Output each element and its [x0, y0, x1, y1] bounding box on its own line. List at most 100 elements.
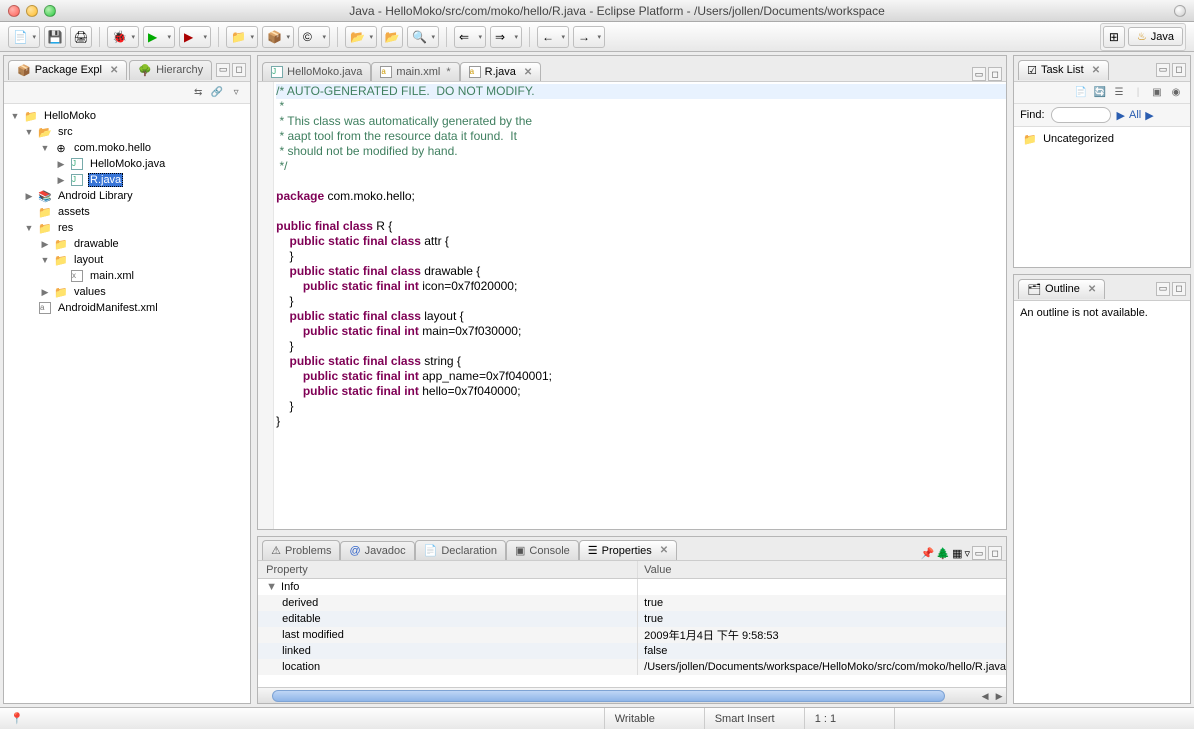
declaration-tab[interactable]: 📄Declaration — [415, 540, 506, 560]
editor-tab-r-java[interactable]: aR.java✕ — [460, 62, 542, 81]
properties-col-value[interactable]: Value — [638, 561, 1006, 578]
new-task-button[interactable]: 📄 — [1073, 85, 1089, 101]
task-list-tab[interactable]: ☑Task List✕ — [1018, 60, 1109, 80]
close-properties-icon[interactable]: ✕ — [660, 545, 668, 556]
annotations-next-button[interactable]: ⇒ — [490, 26, 522, 48]
console-tab[interactable]: ▣Console — [506, 540, 579, 560]
view-menu-button[interactable]: ▿ — [228, 85, 244, 101]
bottom-minimize-button[interactable]: ▭ — [972, 546, 986, 560]
new-project-button[interactable]: 📁 — [226, 26, 258, 48]
property-row: location/Users/jollen/Documents/workspac… — [258, 659, 1006, 675]
tree-drawable[interactable]: drawable — [72, 238, 121, 250]
properties-table[interactable]: PropertyValue ▼Info derivedtrue editable… — [258, 561, 1006, 687]
sync-tasks-button[interactable]: 🔄 — [1092, 85, 1108, 101]
minimize-window-button[interactable] — [26, 5, 38, 17]
tree-assets[interactable]: assets — [56, 206, 92, 218]
javadoc-tab[interactable]: @Javadoc — [340, 541, 414, 560]
code-editor[interactable]: /* AUTO-GENERATED FILE. DO NOT MODIFY. *… — [258, 82, 1006, 529]
close-window-button[interactable] — [8, 5, 20, 17]
java-perspective-button[interactable]: ♨Java — [1128, 27, 1183, 46]
tasklist-maximize-button[interactable]: ◻ — [1172, 63, 1186, 77]
task-list-view: ☑Task List✕ ▭◻ 📄 🔄 ☰ | ▣ ◉ Find: ▶ All ▶ — [1013, 55, 1191, 268]
editor-minimize-button[interactable]: ▭ — [972, 67, 986, 81]
outline-minimize-button[interactable]: ▭ — [1156, 282, 1170, 296]
tree-project[interactable]: HelloMoko — [42, 110, 98, 122]
properties-group-info[interactable]: ▼Info — [258, 579, 638, 595]
tree-manifest[interactable]: AndroidManifest.xml — [56, 302, 160, 314]
task-focus-button[interactable]: ◉ — [1168, 85, 1184, 101]
perspective-switcher: ⊞ ♨Java — [1100, 23, 1186, 51]
tree-hellomoko-java[interactable]: HelloMoko.java — [88, 158, 167, 170]
find-menu-icon[interactable]: ▶ — [1145, 109, 1153, 122]
tree-package[interactable]: com.moko.hello — [72, 142, 153, 154]
problems-tab[interactable]: ⚠Problems — [262, 540, 340, 560]
print-button[interactable]: 🖨 — [70, 26, 92, 48]
bottom-maximize-button[interactable]: ◻ — [988, 546, 1002, 560]
properties-categories-button[interactable]: 🌲 — [936, 547, 950, 560]
close-tasklist-icon[interactable]: ✕ — [1092, 65, 1100, 76]
editor-tab-main-xml[interactable]: amain.xml* — [371, 62, 459, 81]
package-explorer-tab[interactable]: 📦Package Expl✕ — [8, 60, 127, 80]
forward-button[interactable]: → — [573, 26, 605, 48]
debug-button[interactable]: 🐞 — [107, 26, 139, 48]
task-category-uncategorized[interactable]: Uncategorized — [1041, 133, 1116, 145]
outline-tab[interactable]: 🗂Outline✕ — [1018, 279, 1105, 299]
back-button[interactable]: ← — [537, 26, 569, 48]
tree-values[interactable]: values — [72, 286, 108, 298]
outline-body: An outline is not available. — [1014, 301, 1190, 703]
open-perspective-button[interactable]: ⊞ — [1103, 26, 1125, 48]
save-button[interactable]: 💾 — [44, 26, 66, 48]
properties-tab[interactable]: ☰Properties✕ — [579, 540, 677, 560]
new-class-button[interactable]: © — [298, 26, 330, 48]
open-type-button[interactable]: 📂 — [345, 26, 377, 48]
close-tab-icon[interactable]: ✕ — [524, 67, 532, 78]
close-outline-icon[interactable]: ✕ — [1088, 284, 1096, 295]
properties-menu-button[interactable]: ▿ — [965, 547, 971, 560]
task-find-input[interactable] — [1051, 107, 1111, 123]
annotations-prev-button[interactable]: ⇐ — [454, 26, 486, 48]
properties-filter-button[interactable]: ▦ — [952, 547, 962, 560]
status-marker-icon[interactable]: 📍 — [0, 712, 24, 725]
run-button[interactable]: ▶ — [143, 26, 175, 48]
property-row: last modified2009年1月4日 下午 9:58:53 — [258, 627, 1006, 643]
collapse-all-button[interactable]: ⇆ — [190, 85, 206, 101]
horizontal-scrollbar[interactable]: ◀▶ — [258, 687, 1006, 703]
tree-android-library[interactable]: Android Library — [56, 190, 135, 202]
outline-maximize-button[interactable]: ◻ — [1172, 282, 1186, 296]
properties-pin-button[interactable]: 📌 — [921, 547, 935, 560]
project-tree[interactable]: ▼📁HelloMoko ▼📂src ▼⊕com.moko.hello ▶JHel… — [4, 104, 250, 703]
tasklist-minimize-button[interactable]: ▭ — [1156, 63, 1170, 77]
editor-tab-hellomoko[interactable]: JHelloMoko.java — [262, 62, 371, 81]
link-editor-button[interactable]: 🔗 — [209, 85, 225, 101]
task-categories[interactable]: 📁Uncategorized — [1014, 127, 1190, 267]
tree-res[interactable]: res — [56, 222, 75, 234]
tasklist-toolbar: 📄 🔄 ☰ | ▣ ◉ — [1014, 82, 1190, 104]
maximize-view-button[interactable]: ◻ — [232, 63, 246, 77]
hierarchy-tab[interactable]: 🌳Hierarchy — [129, 60, 212, 80]
tree-layout[interactable]: layout — [72, 254, 105, 266]
editor-maximize-button[interactable]: ◻ — [988, 67, 1002, 81]
property-row: linkedfalse — [258, 643, 1006, 659]
find-next-icon[interactable]: ▶ — [1117, 109, 1125, 122]
zoom-window-button[interactable] — [44, 5, 56, 17]
tree-r-java[interactable]: R.java — [88, 173, 123, 187]
property-row: derivedtrue — [258, 595, 1006, 611]
new-package-button[interactable]: 📦 — [262, 26, 294, 48]
outline-view: 🗂Outline✕ ▭◻ An outline is not available… — [1013, 274, 1191, 704]
tree-main-xml[interactable]: main.xml — [88, 270, 136, 282]
bottom-panel: ⚠Problems @Javadoc 📄Declaration ▣Console… — [257, 536, 1007, 704]
task-collapse-button[interactable]: ▣ — [1149, 85, 1165, 101]
minimize-view-button[interactable]: ▭ — [216, 63, 230, 77]
properties-col-property[interactable]: Property — [258, 561, 638, 578]
search-button[interactable]: 🔍 — [407, 26, 439, 48]
close-icon[interactable]: ✕ — [110, 65, 118, 76]
find-all-link[interactable]: All — [1129, 109, 1141, 121]
new-button[interactable]: 📄 — [8, 26, 40, 48]
proxy-icon — [1174, 5, 1186, 17]
run-last-button[interactable]: ▶ — [179, 26, 211, 48]
open-task-button[interactable]: 📂 — [381, 26, 403, 48]
tree-src[interactable]: src — [56, 126, 75, 138]
task-presentation-button[interactable]: ☰ — [1111, 85, 1127, 101]
task-find-bar: Find: ▶ All ▶ — [1014, 104, 1190, 127]
status-cursor-position: 1 : 1 — [804, 708, 894, 729]
